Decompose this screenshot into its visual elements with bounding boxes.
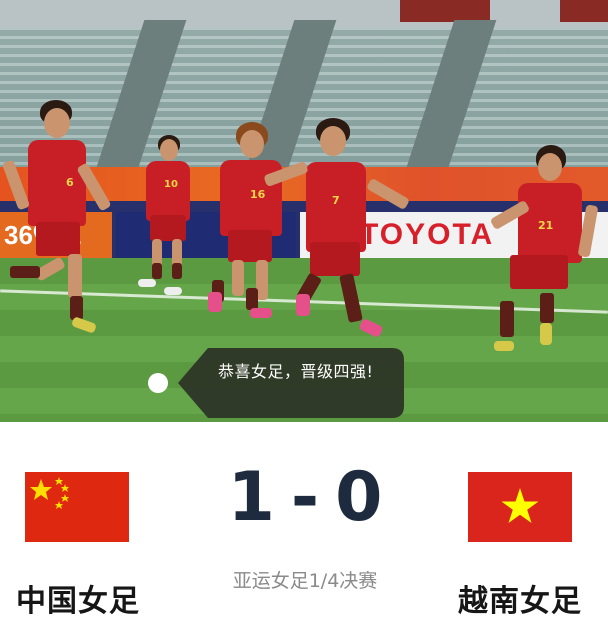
match-stage: 亚运女足1/4决赛 [232, 570, 378, 592]
toast-shape [178, 348, 404, 418]
toast-indicator-dot [148, 373, 168, 393]
vietnam-flag [468, 472, 572, 542]
china-flag [25, 472, 129, 542]
jersey-number: 21 [538, 219, 554, 232]
vietnam-flag-icon [468, 472, 572, 542]
score-separator: - [290, 457, 320, 537]
away-score: 0 [335, 457, 383, 537]
stadium-roof-accent [560, 0, 608, 22]
scoreboard: 1 - 0 [227, 452, 383, 542]
jersey-number: 10 [164, 179, 178, 190]
china-flag-icon [25, 472, 129, 542]
stadium-roof-accent [400, 0, 490, 22]
toast-message: 恭喜女足，晋级四强! [218, 362, 374, 381]
away-team-name: 越南女足 [458, 584, 582, 619]
toast-bubble: 恭喜女足，晋级四强! [178, 348, 404, 418]
home-score: 1 [227, 457, 275, 537]
ad-text: TOYOTA [360, 218, 495, 251]
home-team-name: 中国女足 [16, 584, 140, 619]
jersey-number: 6 [66, 176, 74, 189]
jersey-number: 16 [250, 188, 266, 201]
jersey-number: 7 [332, 194, 340, 207]
